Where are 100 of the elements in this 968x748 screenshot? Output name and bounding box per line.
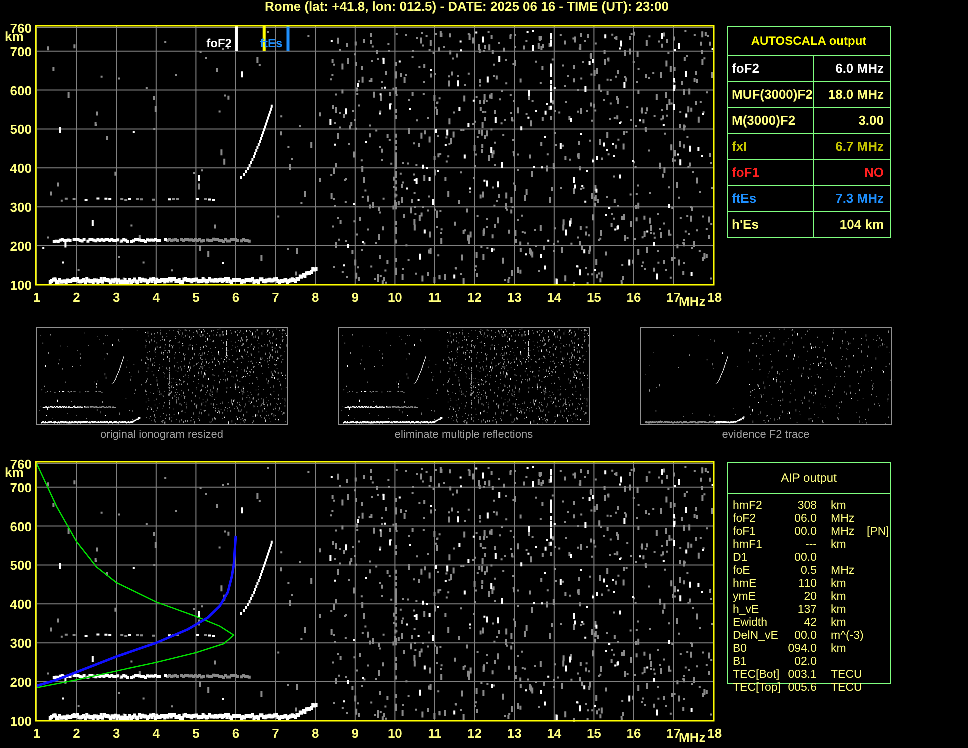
parameter-value: NO (864, 165, 884, 180)
x-tick-label: 14 (547, 290, 562, 305)
x-tick-label: 6 (232, 290, 240, 305)
parameter-name: TEC[Bot] (733, 669, 781, 682)
parameter-name: ftEs (732, 191, 757, 206)
parameter-value: 20 (803, 591, 817, 604)
y-tick-label: 200 (10, 239, 32, 254)
parameter-value: 110 (798, 578, 817, 591)
x-tick-label: 8 (312, 726, 320, 741)
parameter-value: 06.0 (794, 513, 817, 526)
parameter-name: foF2 (732, 61, 760, 76)
x-tick-label: 16 (626, 290, 642, 305)
y-tick-label: 600 (10, 519, 32, 534)
parameter-name: foF1 (732, 165, 760, 180)
parameter-value: 308 (796, 500, 817, 513)
parameter-value: 00.0 (794, 630, 817, 643)
x-tick-label: 2 (73, 290, 80, 305)
parameter-unit: km (831, 591, 848, 604)
parameter-value: 42 (803, 617, 817, 630)
x-tick-label: 2 (73, 726, 80, 741)
marker-label: foF2 (206, 36, 232, 50)
parameter-value: 3.00 (858, 113, 884, 128)
x-tick-label: 13 (507, 726, 522, 741)
thumbnail-caption: evidence F2 trace (722, 429, 810, 441)
x-tick-label: 7 (272, 726, 280, 741)
parameter-name: hmE (733, 578, 758, 591)
parameter-unit: km (831, 643, 848, 656)
parameter-unit: m^(-3) (831, 630, 865, 643)
y-tick-label: 100 (10, 714, 32, 729)
parameter-name: MUF(3000)F2 (732, 87, 813, 102)
x-tick-label: 18 (708, 726, 722, 741)
parameter-value: 18.0 MHz (828, 87, 884, 102)
x-tick-label: 8 (312, 290, 320, 305)
x-tick-label: 9 (352, 290, 360, 305)
panel-title: AIP output (781, 471, 837, 485)
x-tick-label: 10 (388, 290, 402, 305)
x-tick-label: 5 (192, 726, 200, 741)
window-title: Rome (lat: +41.8, lon: 012.5) - DATE: 2025 06 16 - TIME (UT): 23:00 (265, 0, 669, 13)
parameter-name: B0 (733, 643, 748, 656)
y-tick-label: 700 (10, 480, 32, 496)
parameter-unit: km (831, 539, 848, 552)
y-tick-label: 400 (10, 597, 32, 612)
x-tick-label: 16 (626, 726, 642, 741)
parameter-name: fxI (732, 139, 748, 154)
x-tick-label: 5 (192, 290, 200, 305)
parameter-value: 0.5 (800, 565, 817, 578)
parameter-value: 094.0 (787, 643, 817, 656)
parameter-unit: MHz (831, 565, 856, 578)
parameter-unit: TECU (831, 682, 864, 695)
parameter-value: 6.7 MHz (836, 139, 884, 154)
parameter-value: 00.0 (794, 526, 817, 539)
x-tick-label: 14 (547, 726, 562, 741)
x-tick-label: 11 (428, 290, 442, 305)
x-tick-label: 4 (152, 290, 160, 305)
x-tick-label: 1 (33, 290, 41, 305)
y-tick-label: 200 (10, 675, 32, 690)
y-tick-label: 500 (10, 558, 32, 574)
parameter-name: h_vE (733, 604, 760, 617)
parameter-unit: km (831, 604, 848, 617)
parameter-name: ymE (733, 591, 757, 604)
parameter-name: foF1 (733, 526, 758, 539)
parameter-name: hmF1 (733, 539, 764, 552)
parameter-name: Ewidth (733, 617, 769, 630)
parameter-value: --- (804, 539, 817, 552)
parameter-name: foE (733, 565, 752, 578)
parameter-name: D1 (733, 552, 749, 565)
y-tick-label: 400 (10, 161, 32, 176)
y-tick-label: 700 (10, 44, 32, 60)
parameter-name: foF2 (733, 513, 758, 526)
parameter-unit: MHz (831, 513, 856, 526)
parameter-value: 00.0 (794, 552, 817, 565)
parameter-unit: km (831, 500, 848, 513)
x-tick-label: 6 (232, 726, 240, 741)
parameter-value: 137 (796, 604, 817, 617)
x-tick-label: 15 (586, 290, 602, 305)
parameter-note: [PN] (867, 526, 890, 539)
y-tick-label: 300 (10, 200, 32, 216)
parameter-value: 104 km (840, 217, 884, 232)
parameter-value: 003.1 (787, 669, 817, 682)
parameter-name: hmF2 (733, 500, 764, 513)
table-title: AUTOSCALA output (751, 34, 867, 48)
parameter-value: 7.3 MHz (836, 191, 884, 206)
thumbnail-caption: original ionogram resized (100, 429, 224, 441)
x-tick-label: 12 (468, 726, 482, 741)
parameter-name: B1 (733, 656, 748, 669)
parameter-value: 02.0 (794, 656, 817, 669)
y-tick-label: 300 (10, 636, 32, 652)
y-tick-label: 600 (10, 83, 32, 98)
y-tick-label: 100 (10, 278, 32, 293)
x-tick-label: 12 (468, 290, 482, 305)
thumbnail-caption: eliminate multiple reflections (394, 429, 534, 441)
parameter-name: DelN_vE (733, 630, 780, 643)
x-tick-label: 18 (708, 290, 722, 305)
x-tick-label: 7 (272, 290, 280, 305)
x-tick-label: 13 (507, 290, 522, 305)
parameter-value: 6.0 MHz (836, 61, 884, 76)
y-tick-label: 500 (10, 122, 32, 138)
x-axis-unit: MHz (679, 294, 706, 309)
parameter-unit: MHz (831, 526, 856, 539)
parameter-name: TEC[Top] (733, 682, 782, 695)
